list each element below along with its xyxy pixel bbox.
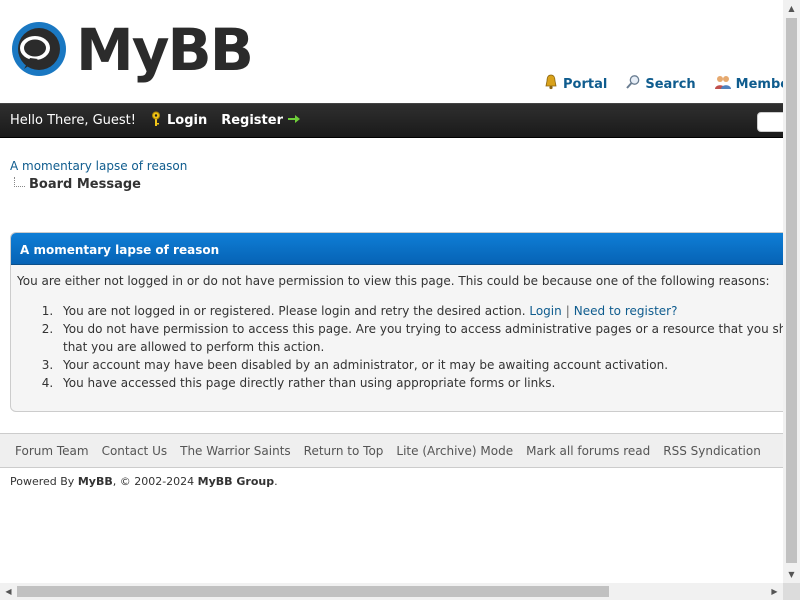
error-message-box: A momentary lapse of reason You are eith… [10, 232, 783, 412]
top-links: Portal Search Member List [543, 74, 783, 94]
login-label: Login [166, 113, 208, 128]
search-label: Search [645, 76, 696, 92]
arrow-right-icon [283, 113, 300, 128]
login-button[interactable]: Login [150, 111, 207, 131]
forum-team-link[interactable]: Forum Team [15, 444, 89, 458]
home-site-link[interactable]: The Warrior Saints [180, 444, 291, 458]
scrollbar-corner [783, 583, 800, 600]
error-body: You are either not logged in or do not h… [11, 265, 783, 392]
reason-text: Your account may have been disabled by a… [63, 358, 669, 372]
reason-text: You have accessed this page directly rat… [63, 376, 556, 390]
search-link[interactable]: Search [625, 74, 696, 94]
reason-text-continued: that you are allowed to perform this act… [63, 340, 325, 354]
reason-item: You do not have permission to access thi… [57, 320, 783, 356]
mybb-link[interactable]: MyBB [78, 475, 113, 488]
link-separator: | [565, 304, 570, 318]
reason-text: You do not have permission to access thi… [63, 322, 783, 336]
member-list-link[interactable]: Member List [714, 74, 783, 94]
portal-bell-icon [543, 74, 563, 94]
breadcrumb-root-link[interactable]: A momentary lapse of reason [10, 159, 187, 173]
portal-link[interactable]: Portal [543, 74, 607, 94]
navbar: Hello There, Guest! Login Register [0, 103, 783, 138]
breadcrumb-current: Board Message [29, 177, 141, 192]
copyright-text: , © 2002-2024 [112, 475, 198, 488]
scroll-right-icon[interactable]: ▶ [766, 583, 783, 600]
contact-us-link[interactable]: Contact Us [102, 444, 168, 458]
powered-by: Powered By MyBB, © 2002-2024 MyBB Group. [10, 475, 278, 488]
speech-bubble-logo-icon [10, 19, 72, 81]
reason-text: You are not logged in or registered. Ple… [63, 304, 526, 318]
reason-item: You have accessed this page directly rat… [57, 374, 783, 392]
mybb-logo[interactable]: MyBB [10, 14, 254, 86]
mybb-group-link[interactable]: MyBB Group [198, 475, 274, 488]
tree-connector [14, 177, 25, 187]
reasons-list: You are not logged in or registered. Ple… [57, 302, 783, 392]
page: MyBB Portal Search Member List Hello The… [0, 0, 783, 583]
portal-label: Portal [563, 76, 608, 92]
breadcrumb-active: Board Message [14, 177, 187, 192]
error-intro: You are either not logged in or do not h… [17, 274, 770, 288]
vertical-scrollbar[interactable]: ▲ ▼ [783, 0, 800, 583]
reason-login-link[interactable]: Login [529, 304, 561, 318]
reason-item: You are not logged in or registered. Ple… [57, 302, 783, 320]
breadcrumb: A momentary lapse of reason Board Messag… [10, 159, 187, 192]
mark-all-read-link[interactable]: Mark all forums read [526, 444, 650, 458]
logo-text: MyBB [76, 16, 254, 84]
scroll-up-icon[interactable]: ▲ [783, 0, 800, 17]
members-icon [714, 74, 736, 94]
vertical-scroll-thumb[interactable] [786, 18, 797, 563]
horizontal-scrollbar[interactable]: ◀ ▶ [0, 583, 783, 600]
horizontal-scroll-thumb[interactable] [17, 586, 609, 597]
scroll-left-icon[interactable]: ◀ [0, 583, 17, 600]
search-icon [625, 74, 645, 94]
footer-links: Forum Team Contact Us The Warrior Saints… [0, 433, 783, 468]
guest-greeting: Hello There, Guest! [10, 113, 136, 128]
register-label: Register [221, 113, 283, 128]
scroll-down-icon[interactable]: ▼ [783, 566, 800, 583]
powered-prefix: Powered By [10, 475, 78, 488]
rss-syndication-link[interactable]: RSS Syndication [663, 444, 761, 458]
error-title: A momentary lapse of reason [11, 233, 783, 265]
member-list-label: Member List [735, 76, 783, 92]
register-button[interactable]: Register [221, 113, 300, 128]
need-to-register-link[interactable]: Need to register? [574, 304, 678, 318]
return-to-top-link[interactable]: Return to Top [304, 444, 384, 458]
powered-end: . [274, 475, 278, 488]
key-icon [150, 111, 167, 131]
reason-item: Your account may have been disabled by a… [57, 356, 783, 374]
lite-archive-mode-link[interactable]: Lite (Archive) Mode [396, 444, 513, 458]
quick-search-input[interactable] [757, 112, 783, 132]
